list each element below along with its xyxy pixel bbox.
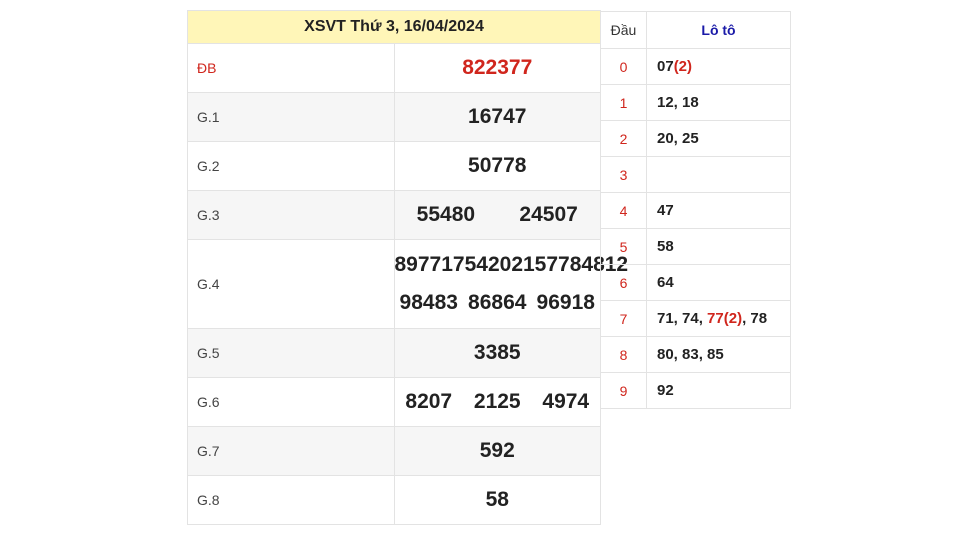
loto-tail-part: 12, 18 bbox=[657, 94, 699, 111]
loto-row: 5 58 bbox=[600, 228, 791, 265]
prize-numbers: 3385 bbox=[393, 328, 601, 378]
loto-head: 9 bbox=[600, 372, 647, 409]
prize-number: 50778 bbox=[468, 154, 527, 177]
loto-row: 1 12, 18 bbox=[600, 84, 791, 121]
loto-tails bbox=[646, 156, 791, 193]
prize-number: 8207 bbox=[405, 390, 453, 413]
prize-number: 16747 bbox=[468, 105, 527, 128]
prize-row: G.2 50778 bbox=[187, 141, 601, 191]
loto-tail-part: 58 bbox=[657, 238, 674, 255]
prize-numbers: 55480 24507 bbox=[393, 190, 601, 240]
prize-number: 89771 bbox=[394, 253, 453, 276]
prize-number: 98483 bbox=[399, 291, 458, 314]
prize-label: G.4 bbox=[187, 239, 395, 329]
loto-tail-part: 47 bbox=[657, 202, 674, 219]
prize-label: G.5 bbox=[187, 328, 395, 378]
prize-row: ĐB 822377 bbox=[187, 43, 601, 93]
loto-head: 0 bbox=[600, 48, 647, 85]
results-title: XSVT Thứ 3, 16/04/2024 bbox=[187, 10, 601, 44]
loto-tail-part: 77(2) bbox=[707, 310, 743, 327]
loto-head: 5 bbox=[600, 228, 647, 265]
prize-label: G.3 bbox=[187, 190, 395, 240]
prize-row: G.5 3385 bbox=[187, 328, 601, 378]
loto-row: 0 07(2) bbox=[600, 48, 791, 85]
prize-number: 55480 bbox=[416, 203, 476, 226]
prize-numbers: 822377 bbox=[393, 43, 601, 93]
prize-numbers: 50778 bbox=[393, 141, 601, 191]
loto-tails: 80, 83, 85 bbox=[646, 336, 791, 373]
prize-numbers: 592 bbox=[393, 426, 601, 476]
prize-numbers: 16747 bbox=[393, 92, 601, 142]
loto-tails: 92 bbox=[646, 372, 791, 409]
prize-number: 96918 bbox=[536, 291, 595, 314]
loto-table: Đầu Lô tô 0 07(2) 1 12, 18 2 20, 25 3 4 47 5 58 6 64… bbox=[600, 11, 791, 409]
loto-tail-part: 64 bbox=[657, 274, 674, 291]
prize-label: G.7 bbox=[187, 426, 395, 476]
loto-tail-part: 80, 83, 85 bbox=[657, 346, 724, 363]
loto-tail-part: 71, 74, bbox=[657, 310, 708, 327]
prize-row: G.6 8207 2125 4974 bbox=[187, 377, 601, 427]
prize-number: 822377 bbox=[462, 56, 533, 79]
prize-row: G.3 55480 24507 bbox=[187, 190, 601, 240]
prize-label: G.1 bbox=[187, 92, 395, 142]
prize-numbers: 8207 2125 4974 bbox=[393, 377, 601, 427]
loto-head: 2 bbox=[600, 120, 647, 157]
prize-number: 4974 bbox=[542, 390, 590, 413]
prize-row: G.1 16747 bbox=[187, 92, 601, 142]
loto-head: 7 bbox=[600, 300, 647, 337]
loto-row: 3 bbox=[600, 156, 791, 193]
prize-label: G.8 bbox=[187, 475, 395, 525]
prize-label: G.2 bbox=[187, 141, 395, 191]
loto-tails: 07(2) bbox=[646, 48, 791, 85]
loto-row: 6 64 bbox=[600, 264, 791, 301]
loto-row: 9 92 bbox=[600, 372, 791, 409]
prize-label: G.6 bbox=[187, 377, 395, 427]
lottery-results-table: XSVT Thứ 3, 16/04/2024 ĐB 822377 G.1 16747 G… bbox=[187, 10, 628, 525]
loto-tails: 20, 25 bbox=[646, 120, 791, 157]
loto-head: 1 bbox=[600, 84, 647, 121]
loto-tails: 64 bbox=[646, 264, 791, 301]
prize-number: 592 bbox=[479, 439, 515, 462]
loto-tail-part: 20, 25 bbox=[657, 130, 699, 147]
loto-tails: 58 bbox=[646, 228, 791, 265]
loto-tail-part: (2) bbox=[673, 58, 693, 75]
prize-row: G.4 89771 75420 21577 84812 98483 86864 96918 bbox=[187, 239, 628, 329]
prize-label: ĐB bbox=[187, 43, 395, 93]
loto-tail-part: 92 bbox=[657, 382, 674, 399]
loto-row: 2 20, 25 bbox=[600, 120, 791, 157]
loto-head: 4 bbox=[600, 192, 647, 229]
prize-row: G.8 58 bbox=[187, 475, 601, 525]
loto-row: 4 47 bbox=[600, 192, 791, 229]
loto-head: 6 bbox=[600, 264, 647, 301]
loto-tails: 47 bbox=[646, 192, 791, 229]
loto-tail-part: 07 bbox=[657, 58, 674, 75]
prize-row: G.7 592 bbox=[187, 426, 601, 476]
loto-row: 8 80, 83, 85 bbox=[600, 336, 791, 373]
prize-number: 3385 bbox=[473, 341, 521, 364]
loto-tails: 71, 74, 77(2), 78 bbox=[646, 300, 791, 337]
prize-number: 75420 bbox=[452, 253, 512, 276]
prize-number: 2125 bbox=[473, 390, 521, 413]
loto-row: 7 71, 74, 77(2), 78 bbox=[600, 300, 791, 337]
loto-tails: 12, 18 bbox=[646, 84, 791, 121]
prize-number: 58 bbox=[485, 488, 509, 511]
loto-head: 8 bbox=[600, 336, 647, 373]
loto-header-head: Đầu bbox=[600, 11, 647, 49]
loto-tail-part: , 78 bbox=[742, 310, 768, 327]
loto-header-tail: Lô tô bbox=[646, 11, 791, 49]
prize-number: 86864 bbox=[468, 291, 527, 314]
prize-number: 21577 bbox=[511, 253, 570, 276]
loto-head: 3 bbox=[600, 156, 647, 193]
prize-number: 24507 bbox=[519, 203, 578, 226]
prize-numbers: 89771 75420 21577 84812 98483 86864 96918 bbox=[393, 239, 628, 329]
prize-numbers: 58 bbox=[393, 475, 601, 525]
